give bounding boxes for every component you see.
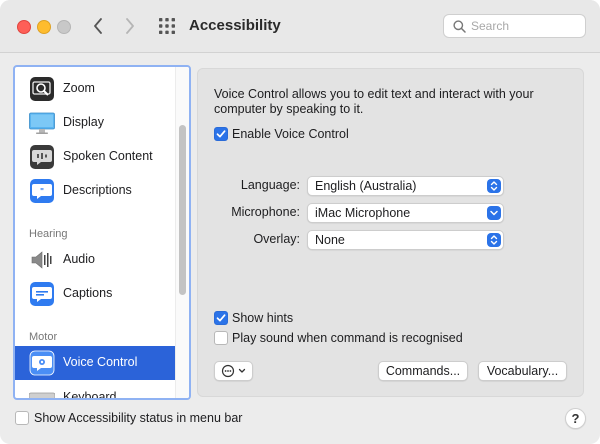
language-select[interactable]: English (Australia) (307, 176, 504, 196)
commands-button[interactable]: Commands... (378, 361, 468, 381)
sidebar-item-spoken-content[interactable]: Spoken Content (15, 140, 189, 174)
sidebar-item-captions[interactable]: Captions (15, 277, 189, 311)
show-hints-label[interactable]: Show hints (232, 311, 293, 325)
svg-text:": " (40, 187, 44, 196)
sidebar-item-label: Display (63, 115, 104, 129)
search-field[interactable] (443, 14, 586, 38)
chevron-left-icon (94, 18, 102, 34)
overlay-value: None (315, 233, 345, 247)
chevron-down-icon (487, 206, 501, 220)
grid-icon (159, 18, 175, 34)
ellipsis-circle-icon (221, 364, 246, 378)
close-window-button[interactable] (17, 20, 31, 34)
help-button[interactable]: ? (565, 408, 586, 429)
sidebar-item-display[interactable]: Display (15, 106, 189, 140)
voice-control-icon (29, 350, 55, 376)
search-icon (453, 20, 466, 33)
search-input[interactable] (471, 17, 576, 35)
sidebar-item-zoom[interactable]: Zoom (15, 72, 189, 106)
sidebar-item-label: Spoken Content (63, 149, 153, 163)
show-status-checkbox[interactable] (15, 411, 29, 425)
captions-icon (29, 281, 55, 307)
play-sound-checkbox[interactable] (214, 331, 228, 345)
language-label: Language: (240, 178, 300, 192)
zoom-window-button[interactable] (57, 20, 71, 34)
section-header-hearing: Hearing (29, 228, 68, 240)
checkmark-icon (216, 130, 226, 138)
title-bar: Accessibility (0, 0, 600, 53)
sidebar-item-descriptions[interactable]: " Descriptions (15, 174, 189, 208)
back-button[interactable] (87, 14, 109, 38)
updown-chevron-icon (487, 233, 501, 247)
play-sound-label[interactable]: Play sound when command is recognised (232, 331, 463, 345)
overlay-select[interactable]: None (307, 230, 504, 250)
show-status-label[interactable]: Show Accessibility status in menu bar (34, 411, 242, 425)
sidebar-item-label: Captions (63, 286, 113, 300)
sidebar-item-label: Audio (63, 252, 95, 266)
sidebar-item-label: Keyboard (63, 390, 117, 400)
more-options-button[interactable] (214, 361, 253, 381)
sidebar-list[interactable]: Zoom Display Spoken Content " Descriptio… (13, 65, 191, 400)
display-icon (29, 110, 55, 136)
enable-voice-control-checkbox[interactable] (214, 127, 228, 141)
checkmark-icon (216, 314, 226, 322)
zoom-icon (29, 76, 55, 102)
window-title: Accessibility (189, 17, 281, 34)
show-all-button[interactable] (157, 17, 177, 35)
sidebar-item-keyboard[interactable]: Keyboard (15, 381, 189, 400)
sidebar-item-audio[interactable]: Audio (15, 243, 189, 277)
sidebar-item-label: Voice Control (63, 355, 138, 369)
spoken-content-icon (29, 144, 55, 170)
show-hints-checkbox[interactable] (214, 311, 228, 325)
descriptions-icon: " (29, 178, 55, 204)
sidebar-item-label: Zoom (63, 81, 95, 95)
language-value: English (Australia) (315, 179, 417, 193)
updown-chevron-icon (487, 179, 501, 193)
microphone-value: iMac Microphone (315, 206, 411, 220)
voice-control-description: Voice Control allows you to edit text an… (214, 87, 534, 116)
overlay-label: Overlay: (253, 232, 300, 246)
keyboard-icon (28, 385, 56, 398)
vocabulary-button[interactable]: Vocabulary... (478, 361, 567, 381)
section-header-motor: Motor (29, 331, 58, 343)
minimize-window-button[interactable] (37, 20, 51, 34)
enable-voice-control-label[interactable]: Enable Voice Control (232, 127, 349, 141)
forward-button[interactable] (119, 14, 141, 38)
audio-icon (29, 247, 55, 273)
sidebar-item-label: Descriptions (63, 183, 132, 197)
sidebar-item-voice-control[interactable]: Voice Control (15, 346, 189, 380)
microphone-select[interactable]: iMac Microphone (307, 203, 504, 223)
preferences-window: Accessibility Zoom Display Spoken Conten… (0, 0, 600, 444)
microphone-label: Microphone: (231, 205, 300, 219)
chevron-right-icon (126, 18, 134, 34)
